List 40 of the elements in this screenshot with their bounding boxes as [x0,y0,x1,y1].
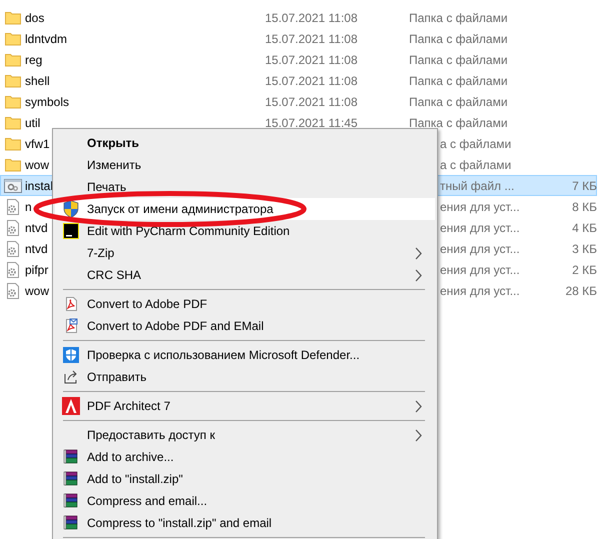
file-date: 15.07.2021 11:08 [265,52,358,66]
file-name: ldntvdm [25,32,68,46]
file-type: ения для уст... [440,200,520,214]
file-size: 3 КБ [571,242,597,256]
file-name: wow [25,284,50,298]
file-size: 7 КБ [571,178,597,192]
file-date: 15.07.2021 11:08 [265,10,358,24]
file-name: symbols [25,94,70,108]
file-name: reg [25,52,42,66]
file-date: 15.07.2021 11:08 [265,32,358,46]
file-type: а с файлами [440,136,512,150]
file-type: Папка с файлами [409,116,508,130]
file-size: 8 КБ [571,200,597,214]
file-name: n [25,200,32,214]
file-name: ntvd [25,242,48,256]
file-name: dos [25,10,44,24]
file-size: 28 КБ [564,284,597,298]
file-name: pifpr [25,262,48,276]
file-name: wow [25,158,50,172]
file-type: Папка с файлами [409,10,508,24]
file-name: vfw1 [25,136,50,150]
file-date: 15.07.2021 11:08 [265,74,358,88]
file-type: ения для уст... [440,220,520,234]
file-name: shell [25,74,50,88]
file-type: Папка с файлами [409,94,508,108]
file-type: Папка с файлами [409,52,508,66]
file-type: ения для уст... [440,262,520,276]
file-type: тный файл ... [440,178,514,192]
file-type: Папка с файлами [409,32,508,46]
file-date: 15.07.2021 11:45 [265,116,358,130]
file-name: util [25,116,40,130]
file-type: Папка с файлами [409,74,508,88]
file-name: instal [25,178,54,192]
file-size: 2 КБ [571,262,597,276]
file-type: ения для уст... [440,242,520,256]
file-type: а с файлами [440,158,512,172]
file-size: 4 КБ [571,220,597,234]
file-type: ения для уст... [440,284,520,298]
file-date: 15.07.2021 11:08 [265,94,358,108]
file-name: ntvd [25,220,48,234]
